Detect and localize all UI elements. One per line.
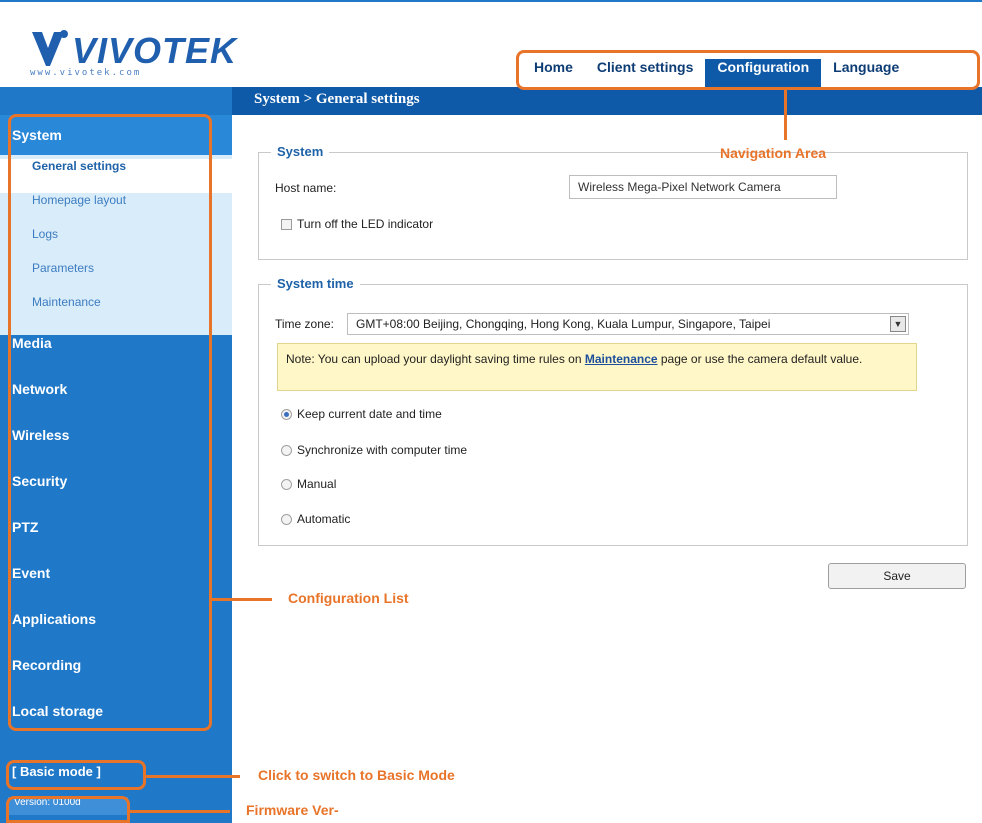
- navigation-area-connector: [784, 90, 787, 140]
- page-title-bar: System > General settings: [232, 87, 982, 115]
- time-zone-label: Time zone:: [275, 317, 334, 331]
- logo-url: www.vivotek.com: [30, 68, 142, 78]
- sidebar-header: [0, 87, 232, 115]
- logo-mark-icon: [32, 30, 68, 66]
- basic-mode-annotation: Click to switch to Basic Mode: [258, 767, 455, 783]
- host-name-input[interactable]: [569, 175, 837, 199]
- daylight-note: Note: You can upload your daylight savin…: [277, 343, 917, 391]
- radio-automatic[interactable]: [281, 514, 292, 525]
- system-fieldset: System Host name: Turn off the LED indic…: [258, 144, 968, 260]
- note-prefix: Note: You can upload your daylight savin…: [286, 352, 585, 366]
- maintenance-link[interactable]: Maintenance: [585, 352, 658, 366]
- navigation-area-annotation: Navigation Area: [720, 145, 827, 161]
- option-automatic-label: Automatic: [297, 512, 351, 526]
- radio-sync-computer[interactable]: [281, 445, 292, 456]
- chevron-down-icon[interactable]: ▼: [890, 316, 906, 332]
- system-time-fieldset: System time Time zone: GMT+08:00 Beijing…: [258, 276, 968, 546]
- configuration-list-annotation: Configuration List: [288, 590, 409, 606]
- basic-mode-highlight: [6, 760, 146, 790]
- time-zone-value: GMT+08:00 Beijing, Chongqing, Hong Kong,…: [356, 317, 771, 331]
- configuration-list-connector: [212, 598, 272, 601]
- radio-manual[interactable]: [281, 479, 292, 490]
- radio-keep-current[interactable]: [281, 409, 292, 420]
- basic-mode-connector: [146, 775, 240, 778]
- firmware-annotation: Firmware Ver-: [246, 802, 339, 818]
- system-time-legend: System time: [271, 276, 360, 291]
- configuration-list-highlight: [8, 114, 212, 731]
- host-name-label: Host name:: [275, 181, 337, 195]
- option-manual-label: Manual: [297, 477, 337, 491]
- page-title: System > General settings: [254, 91, 420, 107]
- option-sync-computer-label: Synchronize with computer time: [297, 443, 468, 457]
- save-button[interactable]: Save: [828, 563, 966, 589]
- led-label: Turn off the LED indicator: [297, 217, 434, 231]
- vivotek-logo[interactable]: VIVOTEK www.vivotek.com: [28, 24, 236, 80]
- note-suffix: page or use the camera default value.: [657, 352, 863, 366]
- firmware-connector: [130, 810, 230, 813]
- firmware-highlight: [6, 796, 130, 823]
- option-keep-current-label: Keep current date and time: [297, 407, 442, 421]
- system-legend: System: [271, 144, 330, 159]
- time-zone-select[interactable]: GMT+08:00 Beijing, Chongqing, Hong Kong,…: [347, 313, 909, 335]
- led-checkbox[interactable]: [281, 219, 292, 230]
- navigation-area-highlight: [516, 50, 980, 90]
- logo-text: VIVOTEK: [72, 30, 238, 71]
